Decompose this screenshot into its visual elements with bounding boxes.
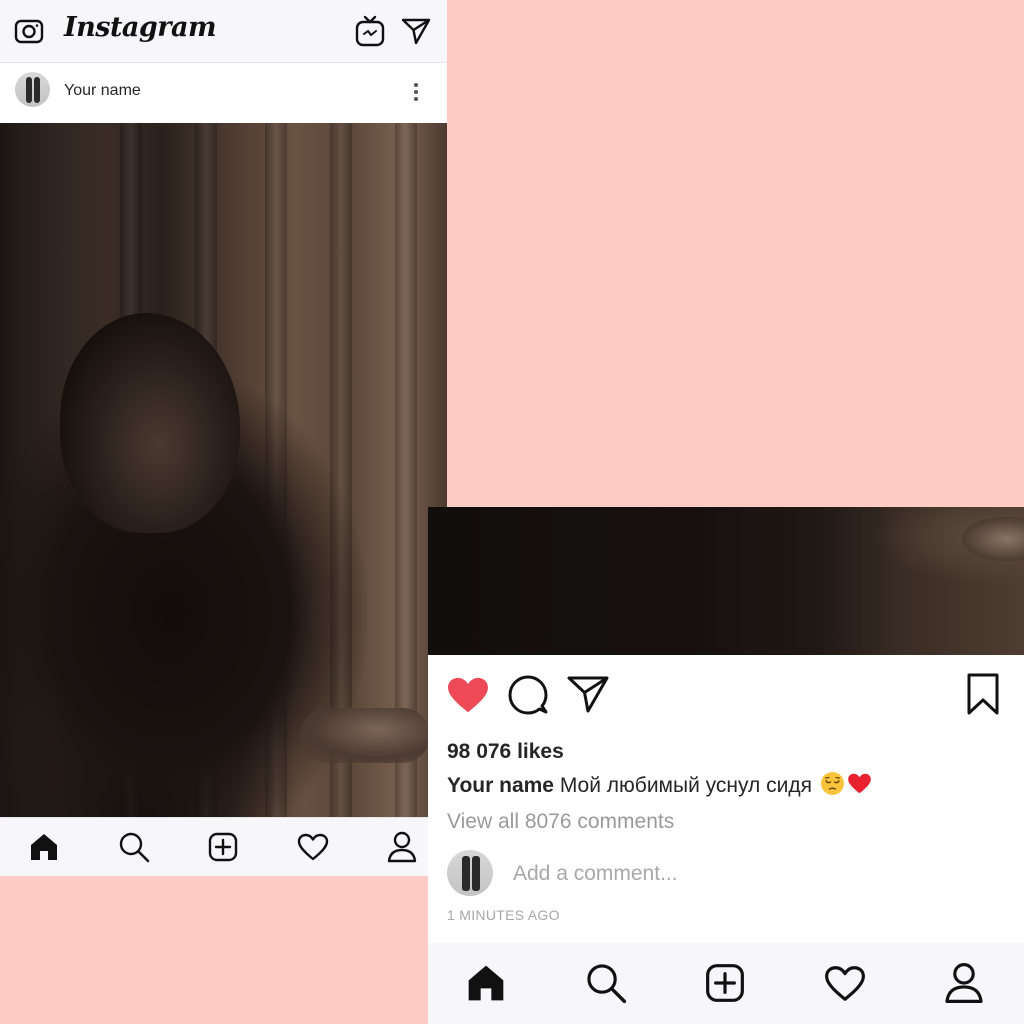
bottom-nav — [428, 943, 1024, 1024]
post-username[interactable]: Your name — [64, 82, 141, 100]
home-icon[interactable] — [466, 963, 506, 1003]
more-options-icon[interactable] — [412, 81, 420, 103]
activity-icon[interactable] — [824, 965, 866, 1002]
activity-icon[interactable] — [297, 833, 329, 861]
profile-icon[interactable] — [944, 962, 984, 1004]
comment-icon[interactable] — [508, 675, 548, 715]
post-photo-continued[interactable] — [428, 507, 1024, 655]
igtv-icon[interactable] — [354, 15, 386, 47]
add-post-icon[interactable] — [705, 963, 745, 1003]
avatar — [447, 850, 493, 896]
likes-count[interactable]: 98 076 likes — [447, 740, 564, 764]
post-photo[interactable] — [0, 123, 447, 817]
camera-icon[interactable] — [14, 16, 44, 46]
red-heart-emoji — [847, 771, 872, 796]
caption: Your name Мой любимый уснул сидя — [447, 771, 872, 798]
post-details: 98 076 likes Your name Мой любимый уснул… — [428, 655, 1024, 943]
bottom-nav — [0, 817, 447, 876]
post-timestamp: 1 MINUTES AGO — [447, 907, 560, 923]
phone-left: Instagram Your name — [0, 0, 447, 876]
pensive-face-emoji — [820, 771, 845, 796]
search-icon[interactable] — [585, 962, 627, 1004]
add-post-icon[interactable] — [208, 832, 238, 862]
send-icon[interactable] — [401, 17, 431, 45]
profile-icon[interactable] — [387, 831, 417, 863]
view-all-comments-link[interactable]: View all 8076 comments — [447, 810, 674, 834]
avatar[interactable] — [15, 72, 50, 107]
search-icon[interactable] — [118, 831, 150, 863]
instagram-logo: Instagram — [64, 12, 217, 43]
post-header: Your name — [0, 63, 447, 123]
top-bar: Instagram — [0, 0, 447, 63]
caption-text: Мой любимый уснул сидя — [559, 774, 818, 797]
share-icon[interactable] — [567, 675, 609, 713]
home-icon[interactable] — [29, 832, 59, 862]
caption-username[interactable]: Your name — [447, 774, 554, 797]
bookmark-icon[interactable] — [966, 673, 1000, 715]
heart-icon[interactable] — [446, 675, 490, 715]
add-comment-input[interactable]: Add a comment... — [513, 862, 678, 886]
